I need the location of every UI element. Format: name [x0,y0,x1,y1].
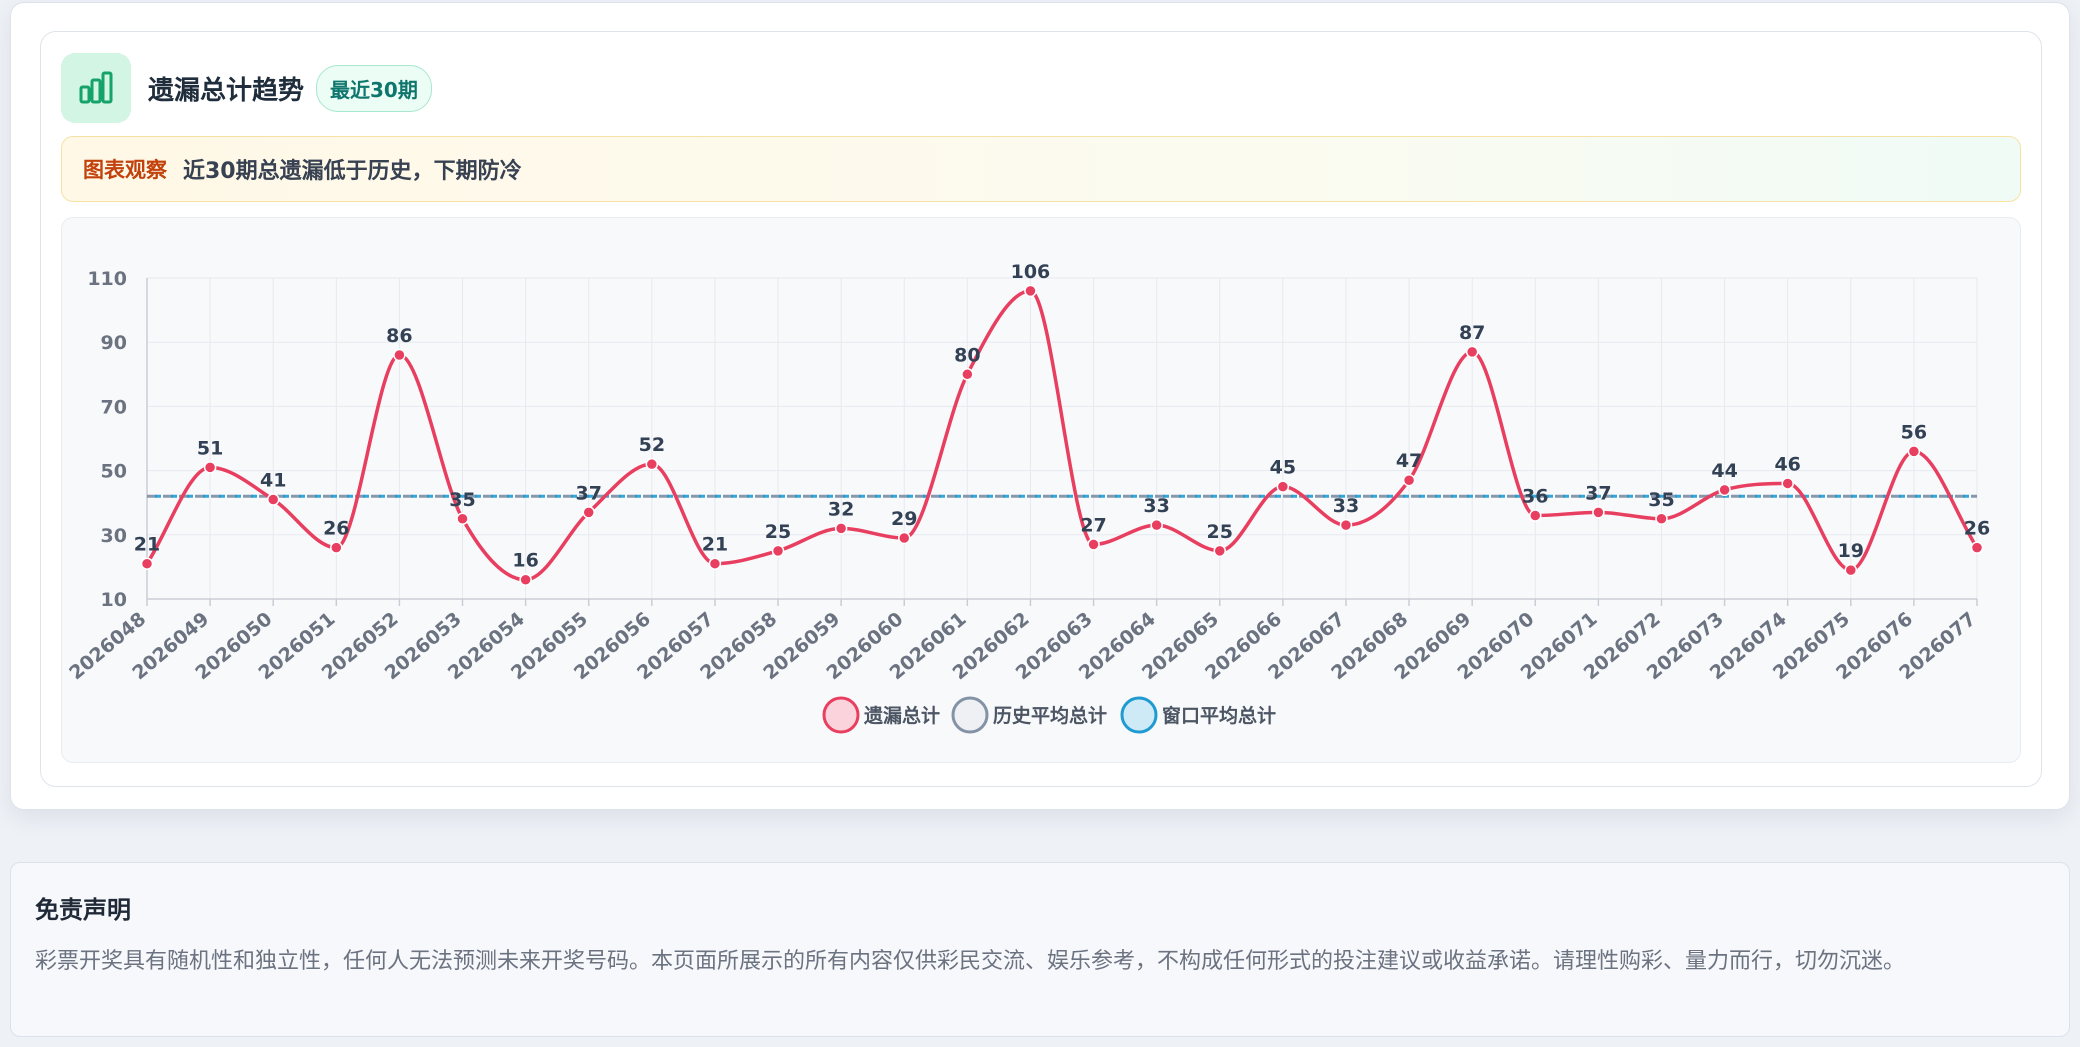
data-label: 52 [639,434,665,456]
data-label: 19 [1838,540,1864,562]
data-point [1844,563,1858,577]
missing-total-line [145,289,1979,582]
data-point [330,541,343,554]
data-point [266,493,280,506]
chart-section: 遗漏总计趋势 最近30期 图表观察 近30期总遗漏低于历史，下期防冷 10 30 5… [40,31,2042,787]
data-point [1907,445,1921,458]
data-point [1465,345,1479,359]
y-tick-label: 10 [101,589,127,611]
chart-header: 遗漏总计趋势 最近30期 [61,53,432,123]
data-label: 51 [197,437,223,459]
data-label: 16 [512,550,538,572]
data-point [1655,512,1668,525]
legend-label: 历史平均总计 [993,704,1107,727]
data-point [1276,480,1290,493]
data-label: 21 [134,534,160,556]
data-label: 87 [1459,322,1485,344]
data-label: 41 [260,469,286,491]
disclaimer-title: 免责声明 [35,896,131,924]
data-point [1087,538,1100,551]
observation-label: 图表观察 [83,158,167,182]
y-tick-label: 50 [101,461,127,483]
chart-title: 遗漏总计趋势 [148,75,305,106]
data-point [393,348,406,362]
data-point [1339,518,1353,532]
data-point [1970,541,1984,554]
observation-banner: 图表观察 近30期总遗漏低于历史，下期防冷 [61,136,2021,202]
data-point [519,573,532,586]
legend-marker [951,696,989,734]
legend-marker [822,696,860,734]
data-label: 25 [765,521,791,543]
data-label: 29 [891,508,917,530]
legend-marker [1120,696,1158,734]
data-point [771,544,785,558]
data-label: 56 [1901,421,1927,443]
data-label: 44 [1711,460,1737,482]
data-point [1718,483,1731,497]
disclaimer-panel: 免责声明 彩票开奖具有随机性和独立性，任何人无法预测未来开奖号码。本页面所展示的… [10,862,2070,1037]
y-tick-label: 90 [101,332,127,354]
data-point [834,522,848,535]
data-point [1781,477,1794,490]
legend-label: 窗口平均总计 [1162,704,1276,727]
legend-label: 遗漏总计 [863,704,940,727]
data-point [645,457,659,471]
data-point [1150,518,1163,532]
data-label: 32 [828,498,854,520]
data-label: 26 [323,518,349,540]
data-label: 33 [1333,495,1359,517]
data-label: 33 [1143,495,1169,517]
data-point [140,557,154,570]
data-point [1402,473,1416,487]
data-point [1213,544,1227,558]
data-point [456,512,469,525]
data-label: 36 [1522,486,1548,508]
data-point [1024,284,1037,298]
data-label: 37 [1585,482,1611,504]
data-label: 46 [1774,453,1800,475]
bar-chart-icon [61,53,131,123]
data-label: 45 [1270,457,1296,479]
trend-card: 遗漏总计趋势 最近30期 图表观察 近30期总遗漏低于历史，下期防冷 10 30 5… [10,2,2070,810]
data-label: 86 [386,325,412,347]
data-label: 27 [1080,514,1106,536]
observation-text: 近30期总遗漏低于历史，下期防冷 [183,159,522,184]
period-badge: 最近30期 [316,64,432,112]
data-label: 35 [1648,489,1674,511]
data-label: 106 [1011,261,1051,283]
data-point [203,461,217,474]
y-tick-label: 30 [101,525,127,547]
data-point [582,506,595,519]
data-label: 21 [702,534,728,556]
disclaimer-text: 彩票开奖具有随机性和独立性，任何人无法预测未来开奖号码。本页面所展示的所有内容仅… [35,949,1906,974]
y-tick-label: 70 [101,396,127,418]
data-label: 35 [449,489,475,511]
plot-panel: 10 30 50 70 90 110 2026048 2026049 2026050 202605… [61,217,2021,763]
data-point [897,531,911,545]
data-label: 37 [575,482,601,504]
data-point [1529,509,1542,522]
line-chart: 1030507090110202604820260492026050202605… [65,261,1990,734]
data-label: 80 [954,344,980,366]
y-tick-label: 110 [87,268,127,290]
data-label: 25 [1207,521,1233,543]
data-label: 47 [1396,450,1422,472]
data-point [961,368,974,381]
data-point [708,557,722,570]
data-point [1592,506,1605,519]
data-label: 26 [1964,518,1990,540]
